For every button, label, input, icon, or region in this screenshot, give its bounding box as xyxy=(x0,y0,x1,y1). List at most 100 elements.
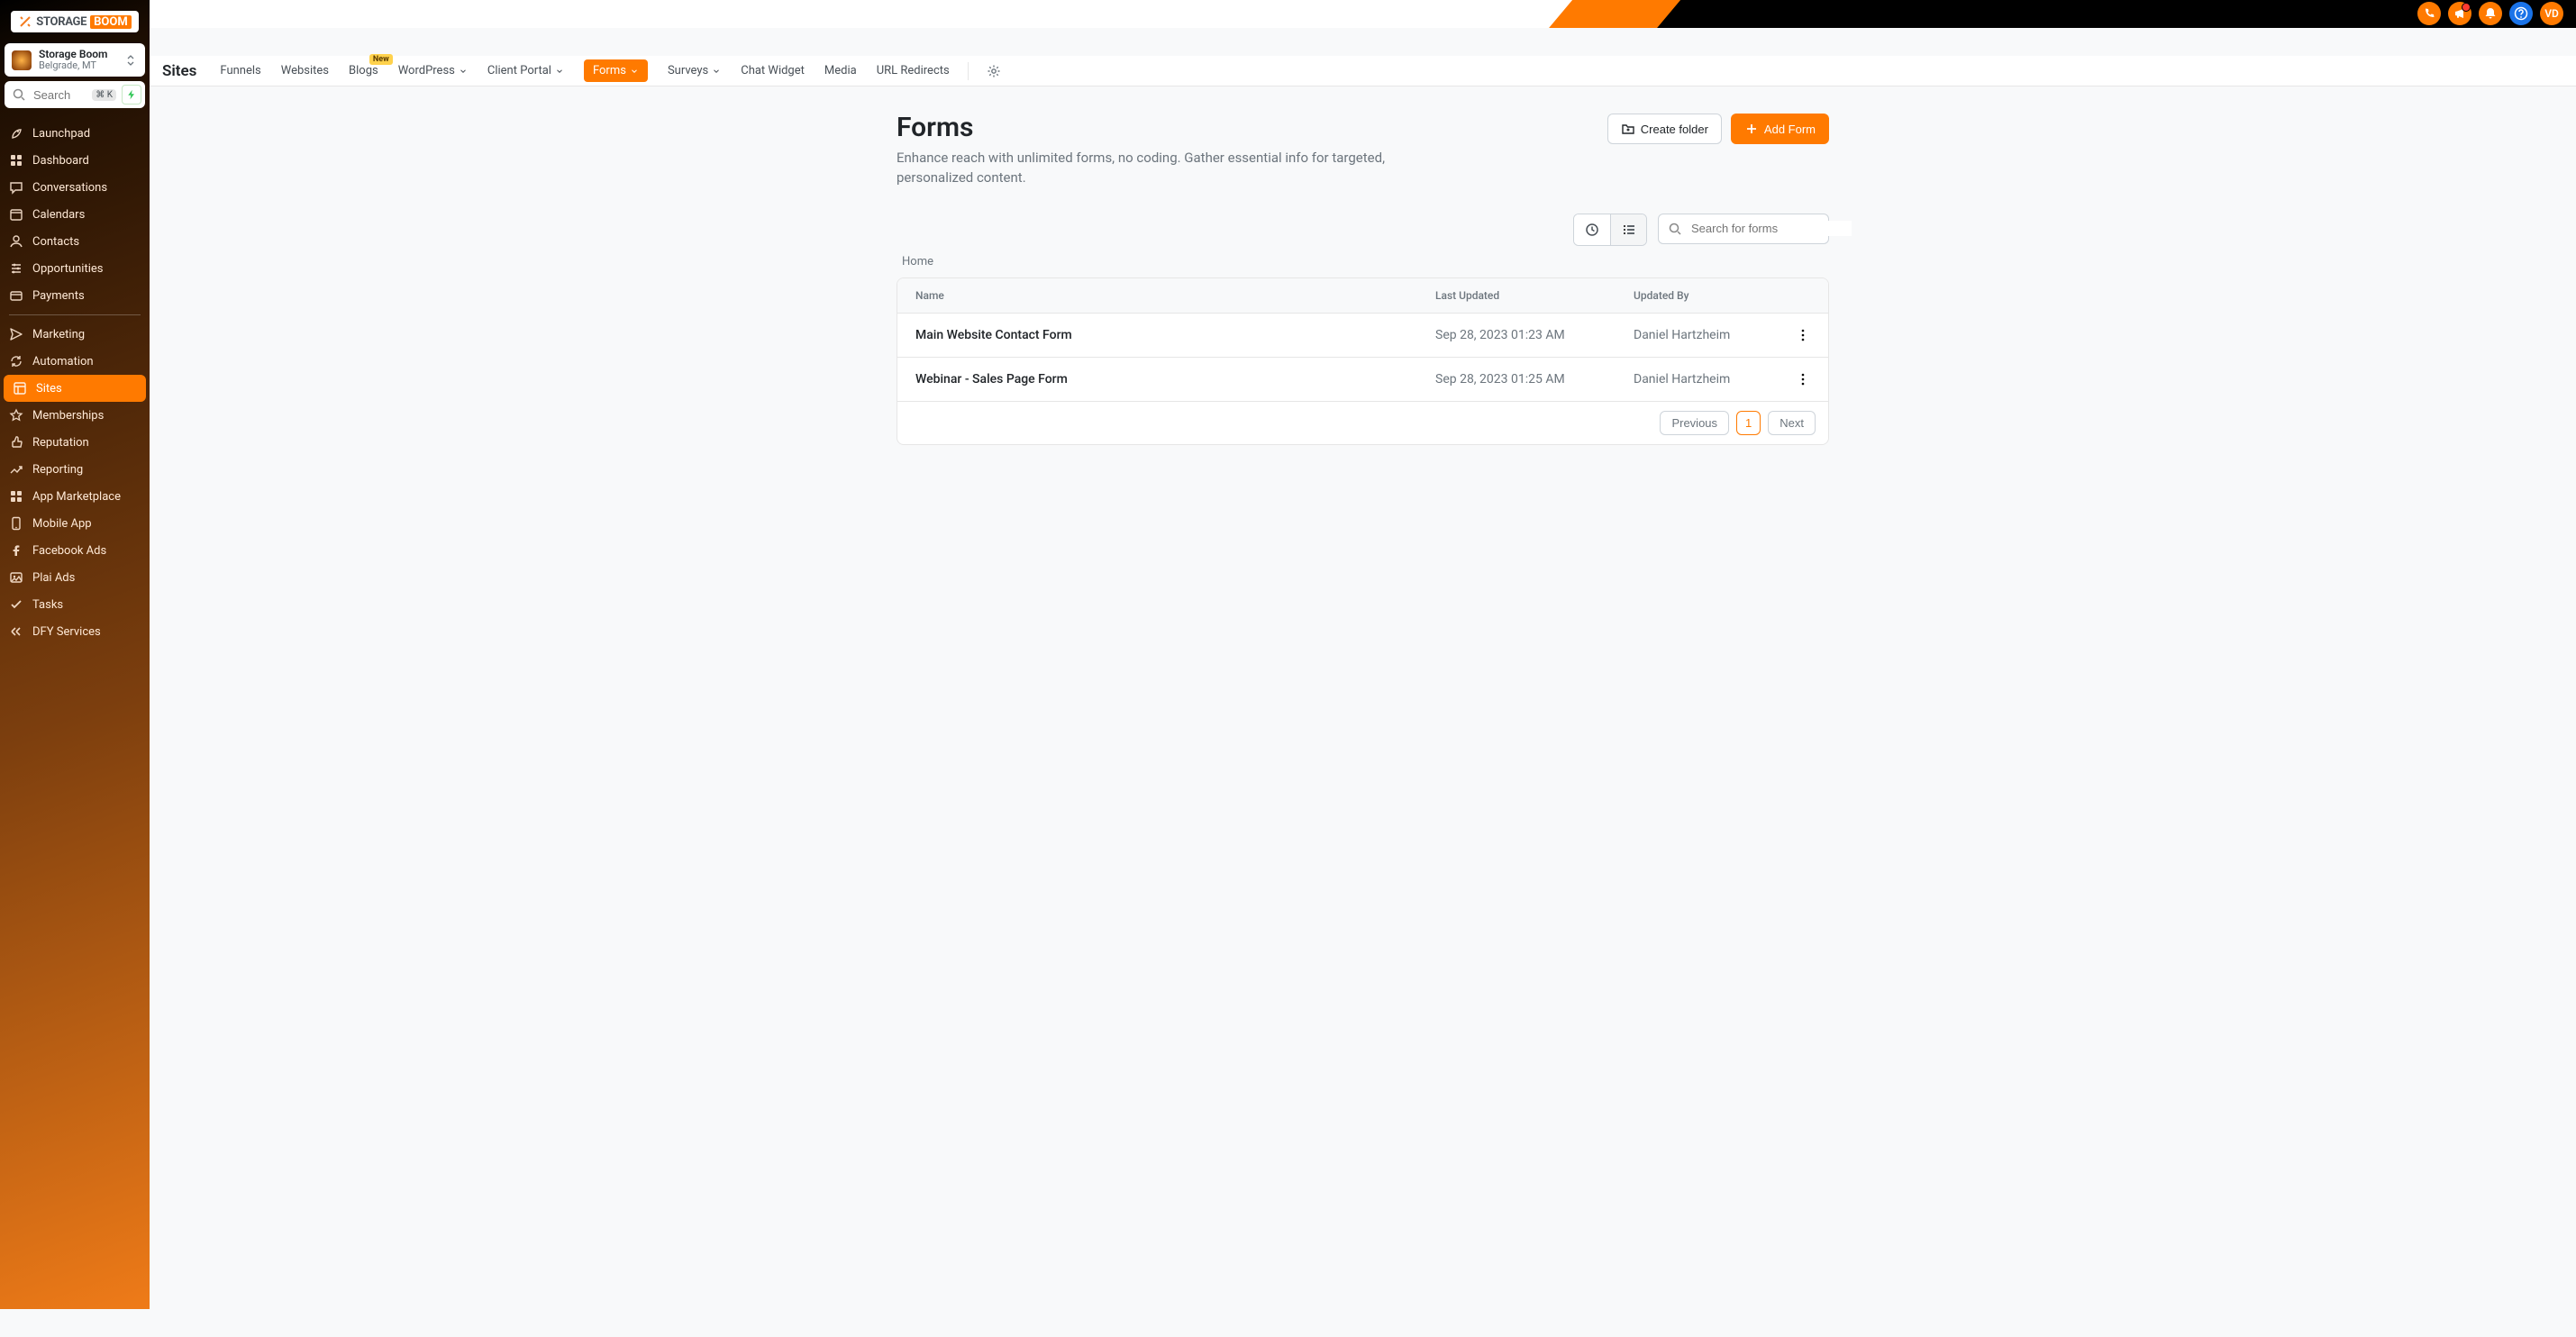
user-avatar[interactable]: VD xyxy=(2540,2,2563,25)
plus-icon xyxy=(1744,122,1759,136)
sidebar-item-label: Conversations xyxy=(32,181,107,195)
chevron-down-icon xyxy=(555,67,564,76)
more-icon xyxy=(1796,328,1810,342)
next-button[interactable]: Next xyxy=(1768,411,1816,435)
forms-search-input[interactable] xyxy=(1689,221,1852,236)
list-icon xyxy=(1622,223,1636,237)
help-icon[interactable] xyxy=(2509,2,2533,25)
clock-icon xyxy=(1585,223,1599,237)
chevron-down-icon xyxy=(630,67,639,76)
tab-url-redirects[interactable]: URL Redirects xyxy=(877,64,950,77)
thumb-icon xyxy=(9,435,23,450)
sidebar-item-mobile-app[interactable]: Mobile App xyxy=(0,510,150,537)
sidebar-item-contacts[interactable]: Contacts xyxy=(0,228,150,255)
sidebar-item-label: Launchpad xyxy=(32,127,90,141)
top-bar: VD xyxy=(0,0,2576,28)
sidebar-item-dfy-services[interactable]: DFY Services xyxy=(0,618,150,645)
calendar-icon xyxy=(9,207,23,222)
view-list-button[interactable] xyxy=(1610,214,1646,245)
search-icon xyxy=(12,87,26,102)
sidebar-item-label: Memberships xyxy=(32,409,104,423)
sidebar-item-facebook-ads[interactable]: Facebook Ads xyxy=(0,537,150,564)
row-actions-button[interactable] xyxy=(1778,313,1828,357)
add-form-button[interactable]: Add Form xyxy=(1731,114,1829,144)
chevron-down-icon xyxy=(459,67,468,76)
logo[interactable]: STORAGE BOOM xyxy=(0,0,150,43)
breadcrumb[interactable]: Home xyxy=(902,255,1829,268)
global-search-input[interactable] xyxy=(32,87,86,103)
sidebar-item-calendars[interactable]: Calendars xyxy=(0,201,150,228)
sidebar-item-conversations[interactable]: Conversations xyxy=(0,174,150,201)
sidebar-item-marketing[interactable]: Marketing xyxy=(0,321,150,348)
sidebar-item-automation[interactable]: Automation xyxy=(0,348,150,375)
sidebar-item-reporting[interactable]: Reporting xyxy=(0,456,150,483)
sidebar-item-plai-ads[interactable]: Plai Ads xyxy=(0,564,150,591)
fb-icon xyxy=(9,543,23,558)
sidebar-item-reputation[interactable]: Reputation xyxy=(0,429,150,456)
sidebar-item-payments[interactable]: Payments xyxy=(0,282,150,309)
new-badge: New xyxy=(369,54,393,65)
global-search[interactable]: ⌘ K xyxy=(5,81,145,108)
user-icon xyxy=(9,234,23,249)
tab-media[interactable]: Media xyxy=(824,64,857,77)
cell-by: Daniel Hartzheim xyxy=(1616,313,1778,357)
tab-client-portal[interactable]: Client Portal xyxy=(487,64,564,77)
create-folder-button[interactable]: Create folder xyxy=(1607,114,1722,144)
brand-text-1: STORAGE xyxy=(36,15,86,29)
table-row[interactable]: Webinar - Sales Page FormSep 28, 2023 01… xyxy=(897,357,1828,401)
cell-updated: Sep 28, 2023 01:25 AM xyxy=(1417,357,1616,401)
sidebar-item-label: Reporting xyxy=(32,463,83,477)
sidebar-item-label: App Marketplace xyxy=(32,490,121,504)
account-switcher[interactable]: Storage Boom Belgrade, MT xyxy=(5,43,145,77)
sidebar-item-label: Mobile App xyxy=(32,517,92,531)
table-row[interactable]: Main Website Contact FormSep 28, 2023 01… xyxy=(897,313,1828,357)
tab-chat-widget[interactable]: Chat Widget xyxy=(741,64,805,77)
sidebar-item-sites[interactable]: Sites xyxy=(4,375,146,402)
sidebar-item-memberships[interactable]: Memberships xyxy=(0,402,150,429)
tab-blogs[interactable]: BlogsNew xyxy=(349,64,378,77)
sidebar-item-label: Tasks xyxy=(32,598,63,612)
folder-plus-icon xyxy=(1621,122,1635,136)
bolt-icon[interactable] xyxy=(122,85,141,105)
phone-icon[interactable] xyxy=(2417,2,2441,25)
tab-wordpress[interactable]: WordPress xyxy=(398,64,468,77)
forms-table: Name Last Updated Updated By Main Websit… xyxy=(897,277,1829,445)
tab-surveys[interactable]: Surveys xyxy=(668,64,721,77)
col-by: Updated By xyxy=(1616,278,1778,314)
sidebar-item-label: Opportunities xyxy=(32,262,103,276)
sidebar-item-label: Sites xyxy=(36,382,62,396)
tab-funnels[interactable]: Funnels xyxy=(220,64,260,77)
page-subtitle: Enhance reach with unlimited forms, no c… xyxy=(897,149,1437,188)
sidebar-item-app-marketplace[interactable]: App Marketplace xyxy=(0,483,150,510)
tab-websites[interactable]: Websites xyxy=(281,64,329,77)
forms-search[interactable] xyxy=(1658,214,1829,244)
refresh-icon xyxy=(9,354,23,368)
page-title: Forms xyxy=(897,112,1437,143)
sub-nav: Sites FunnelsWebsitesBlogsNewWordPressCl… xyxy=(150,56,2576,86)
sidebar-item-tasks[interactable]: Tasks xyxy=(0,591,150,618)
sidebar-item-launchpad[interactable]: Launchpad xyxy=(0,120,150,147)
tab-forms[interactable]: Forms xyxy=(584,59,648,82)
card-icon xyxy=(9,288,23,303)
subnav-settings-icon[interactable] xyxy=(987,64,1001,78)
cell-updated: Sep 28, 2023 01:23 AM xyxy=(1417,313,1616,357)
sidebar-item-label: Payments xyxy=(32,289,85,303)
view-recent-button[interactable] xyxy=(1574,214,1610,245)
sidebar-item-dashboard[interactable]: Dashboard xyxy=(0,147,150,174)
rocket-icon xyxy=(9,126,23,141)
phone-icon xyxy=(9,516,23,531)
brand-text-2: BOOM xyxy=(90,15,132,29)
sidebar-nav: Launchpad Dashboard Conversations Calendars… xyxy=(0,113,150,1309)
announcements-icon[interactable] xyxy=(2448,2,2471,25)
grid-icon xyxy=(9,153,23,168)
row-actions-button[interactable] xyxy=(1778,357,1828,401)
previous-button[interactable]: Previous xyxy=(1660,411,1729,435)
sidebar-item-opportunities[interactable]: Opportunities xyxy=(0,255,150,282)
sidebar-item-label: Facebook Ads xyxy=(32,544,106,558)
page-1-button[interactable]: 1 xyxy=(1736,411,1761,435)
col-updated: Last Updated xyxy=(1417,278,1616,314)
check-icon xyxy=(9,597,23,612)
layout-icon xyxy=(13,381,27,396)
notifications-icon[interactable] xyxy=(2479,2,2502,25)
sidebar-item-label: Marketing xyxy=(32,328,85,341)
